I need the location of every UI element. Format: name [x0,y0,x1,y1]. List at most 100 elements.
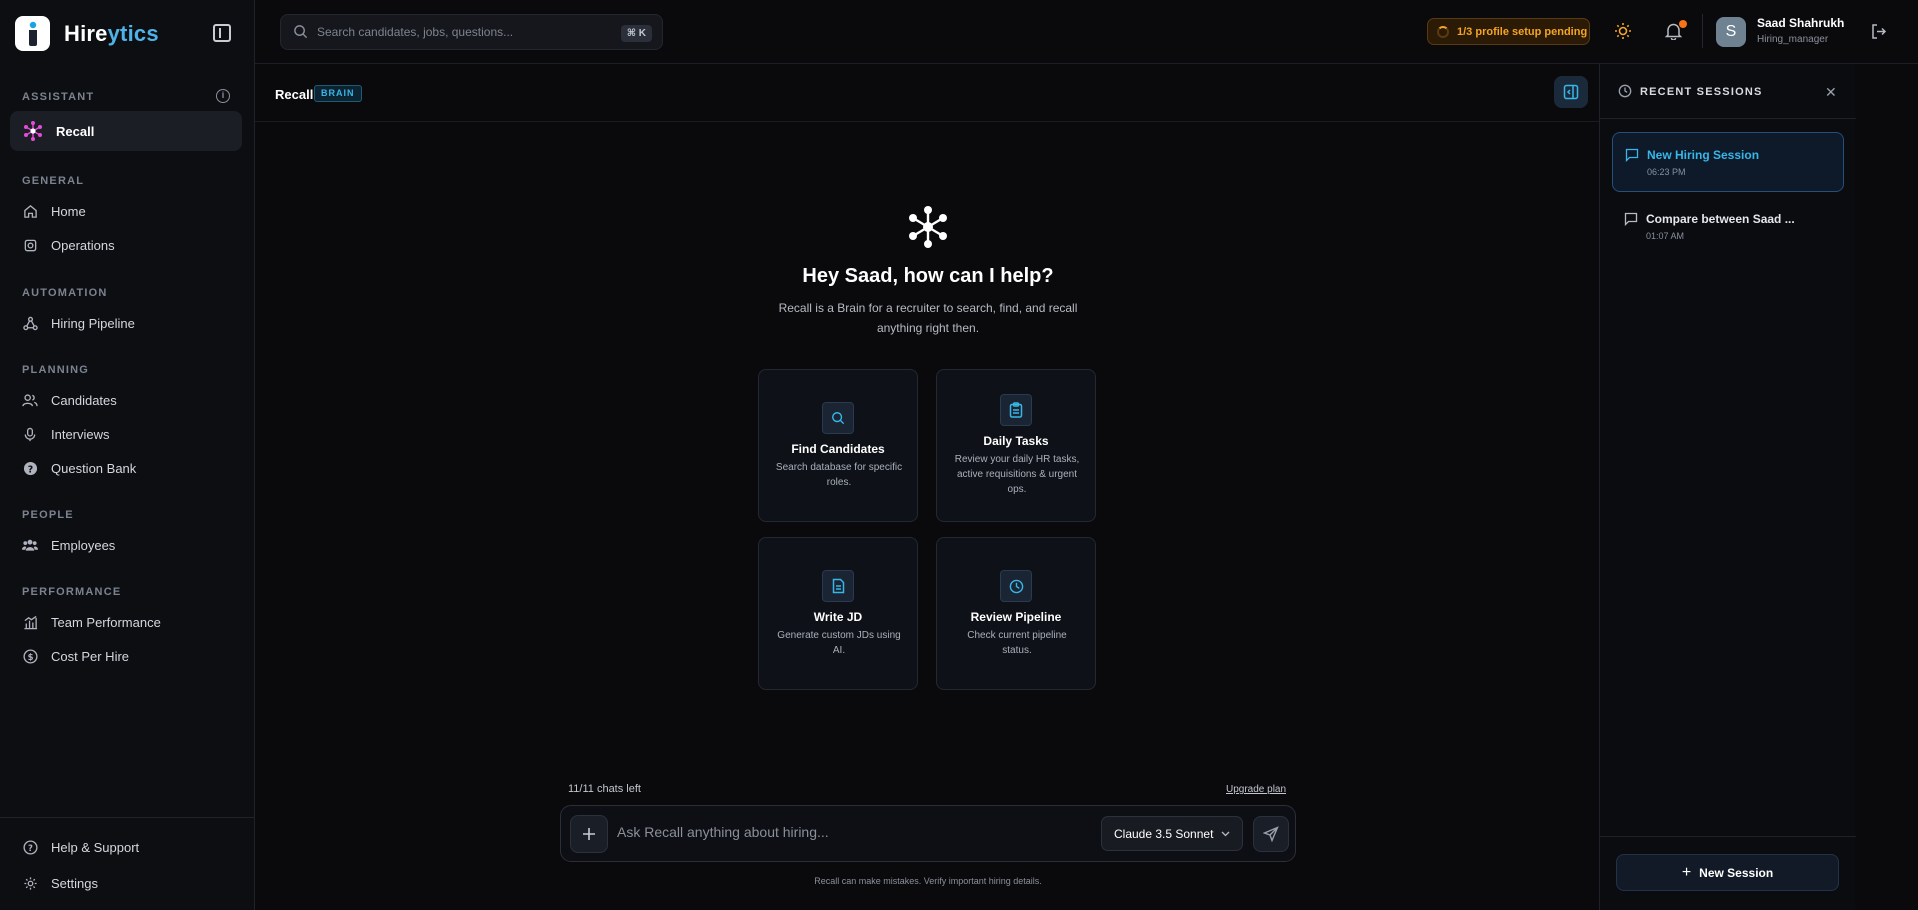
microphone-icon [22,426,38,442]
card-description: Check current pipeline status. [967,630,1067,656]
sidebar-item-interviews[interactable]: Interviews [10,417,242,451]
notification-dot [1679,20,1687,28]
card-title: Find Candidates [791,442,885,456]
clipboard-icon [1000,394,1032,426]
recent-sessions-panel: RECENT SESSIONS ✕ New Hiring Session 06:… [1599,64,1856,910]
user-name: Saad Shahrukh [1757,16,1845,30]
sidebar-item-settings[interactable]: Settings [10,866,242,900]
avatar[interactable]: S [1716,17,1746,47]
close-icon[interactable]: ✕ [1825,84,1837,101]
section-label-planning: PLANNING [22,364,90,376]
recent-sessions-title: RECENT SESSIONS [1640,86,1763,98]
send-button[interactable] [1253,816,1289,852]
collapse-sidebar-icon[interactable] [213,24,231,42]
sidebar-item-label: Recall [56,123,95,139]
card-find-candidates[interactable]: Find Candidates Search database for spec… [758,369,918,522]
brand-name: Hireytics [64,21,159,47]
attach-plus-button[interactable] [570,815,608,853]
card-description: Search database for specific roles. [775,462,903,488]
model-select[interactable]: Claude 3.5 Sonnet [1101,816,1243,851]
session-item[interactable]: New Hiring Session 06:23 PM [1612,132,1844,192]
card-write-jd[interactable]: Write JD Generate custom JDs using AI. [758,537,918,690]
panel-header-divider [1600,118,1856,119]
sidebar-item-team-performance[interactable]: Team Performance [10,605,242,639]
plus-icon: + [1681,863,1692,881]
card-title: Daily Tasks [983,434,1049,448]
sidebar-item-label: Employees [51,537,116,553]
session-item[interactable]: Compare between Saad ... 01:07 AM [1612,197,1844,257]
sidebar-item-hiring-pipeline[interactable]: Hiring Pipeline [10,306,242,340]
chat-input[interactable] [617,824,1077,840]
sidebar-item-label: Team Performance [51,614,161,630]
bar-chart-icon [22,614,38,630]
sidebar-item-home[interactable]: Home [10,194,242,228]
profile-setup-status[interactable]: 1/3 profile setup pending [1427,18,1590,45]
sidebar-item-candidates[interactable]: Candidates [10,383,242,417]
new-session-button[interactable]: + New Session [1616,854,1839,891]
team-icon [22,537,38,553]
brand[interactable]: Hireytics [15,16,159,51]
help-icon: ? [22,839,38,855]
settings-icon [22,875,38,891]
sidebar-item-question-bank[interactable]: ? Question Bank [10,451,242,485]
user-role: Hiring_manager [1757,34,1829,45]
global-search[interactable]: ⌘ K [280,14,663,50]
upgrade-plan-link[interactable]: Upgrade plan [1226,784,1286,795]
card-review-pipeline[interactable]: Review Pipeline Check current pipeline s… [936,537,1096,690]
sidebar-item-employees[interactable]: Employees [10,528,242,562]
section-label-people: PEOPLE [22,509,74,521]
greeting-subtitle: Recall is a Brain for a recruiter to sea… [778,301,1078,335]
history-clock-icon [1618,84,1632,98]
users-icon [22,392,38,408]
brand-name-prefix: Hire [64,20,108,46]
section-label-assistant: ASSISTANT [22,91,95,103]
recall-brain-icon [22,120,44,142]
sidebar-item-help[interactable]: ? Help & Support [10,830,242,864]
sidebar-item-operations[interactable]: Operations [10,228,242,262]
page-title: Recall [275,87,314,102]
chat-bubble-icon [1624,212,1638,227]
disclaimer-text: Recall can make mistakes. Verify importa… [814,876,1042,886]
toggle-sessions-panel-button[interactable] [1554,76,1588,108]
question-icon: ? [22,460,38,476]
brain-badge: BRAIN [314,85,362,102]
sidebar-item-recall[interactable]: Recall [10,111,242,151]
spinner-icon [1437,25,1449,38]
chevron-down-icon [1221,831,1230,837]
hireytics-logo-icon [15,16,50,51]
pipeline-icon [22,315,38,331]
theme-toggle-sun-icon[interactable] [1613,21,1633,41]
session-name: Compare between Saad ... [1646,212,1795,226]
dollar-icon: $ [22,648,38,664]
card-daily-tasks[interactable]: Daily Tasks Review your daily HR tasks, … [936,369,1096,522]
sidebar-item-label: Hiring Pipeline [51,315,135,331]
sidebar-item-label: Candidates [51,392,117,408]
sidebar-item-label: Question Bank [51,460,137,476]
model-select-value: Claude 3.5 Sonnet [1114,826,1214,841]
session-time: 01:07 AM [1646,231,1685,241]
main-header-divider [255,121,1599,122]
search-input[interactable] [317,25,617,39]
search-icon [822,402,854,434]
home-icon [22,203,38,219]
setup-status-text: 1/3 profile setup pending [1457,25,1588,38]
logout-icon[interactable] [1868,21,1888,41]
svg-text:$: $ [27,651,33,661]
search-shortcut-badge: ⌘ K [620,25,652,42]
clock-icon [1000,570,1032,602]
section-label-automation: AUTOMATION [22,287,108,299]
sidebar-item-label: Help & Support [51,839,140,855]
topbar-divider [1702,14,1703,48]
section-label-general: GENERAL [22,175,85,187]
session-name: New Hiring Session [1647,148,1760,162]
sidebar-item-cost-per-hire[interactable]: $ Cost Per Hire [10,639,242,673]
sidebar-item-label: Settings [51,875,98,891]
recall-hero-icon [905,204,951,250]
sidebar-item-label: Interviews [51,426,110,442]
search-icon [293,24,309,40]
brand-name-suffix: ytics [107,20,159,46]
card-description: Generate custom JDs using AI. [777,630,901,656]
session-time: 06:23 PM [1647,167,1686,177]
sidebar-item-label: Home [51,203,86,219]
info-icon[interactable]: i [216,89,230,103]
